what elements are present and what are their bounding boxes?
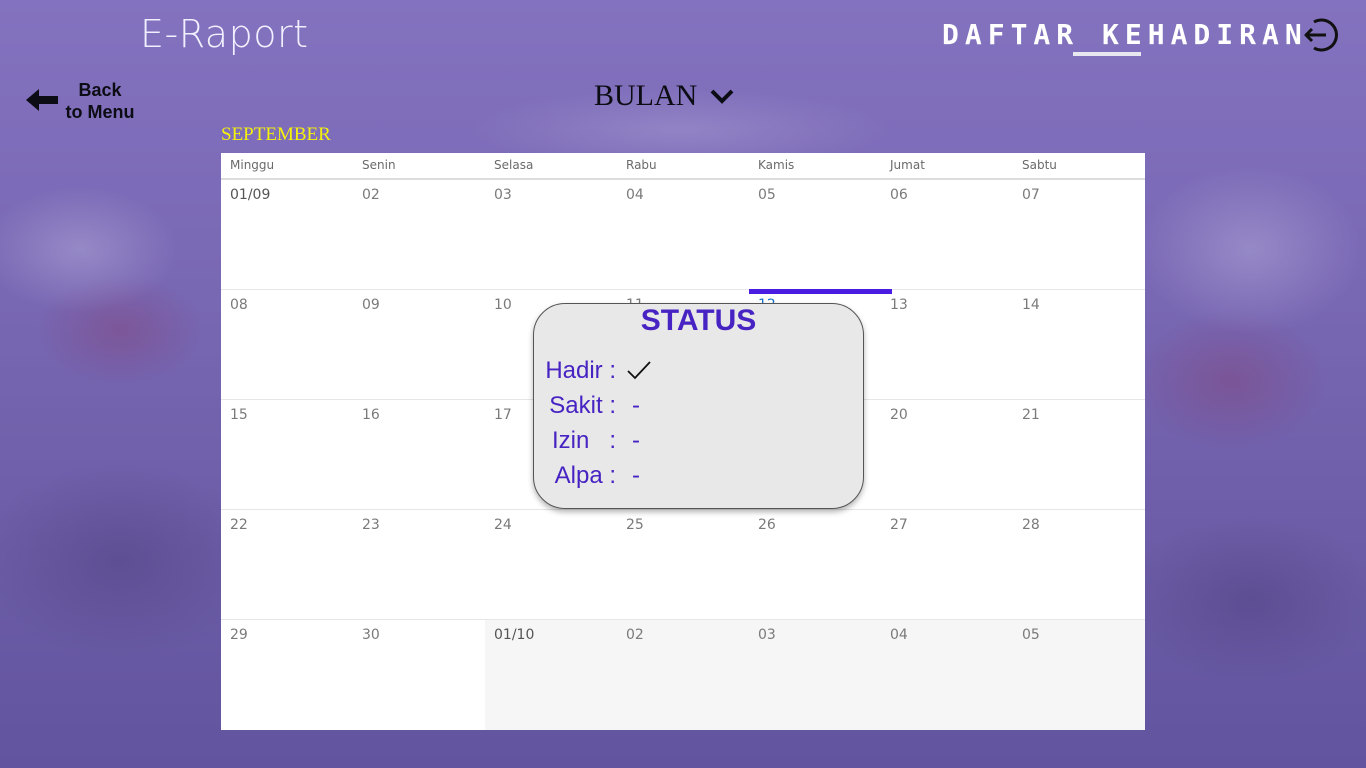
hadir-label: Hadir :: [545, 357, 616, 384]
calendar-day[interactable]: 06: [881, 180, 1013, 290]
calendar-day-next-month[interactable]: 03: [749, 620, 881, 730]
current-month-label: SEPTEMBER: [221, 124, 331, 145]
calendar-day[interactable]: 02: [353, 180, 485, 290]
month-dropdown[interactable]: BULAN: [594, 78, 735, 114]
calendar-day[interactable]: 20: [881, 400, 1013, 510]
calendar-day[interactable]: 01/09: [221, 180, 353, 290]
calendar-day[interactable]: 26: [749, 510, 881, 620]
status-row-alpa: Alpa : -: [534, 462, 734, 497]
month-dropdown-label: BULAN: [594, 79, 698, 112]
status-row-izin: Izin : -: [534, 427, 734, 462]
alpa-value: -: [632, 462, 640, 489]
weekday-label: Kamis: [758, 158, 795, 172]
izin-value: -: [632, 427, 640, 454]
calendar-day[interactable]: 16: [353, 400, 485, 510]
heading-underline: [1073, 52, 1141, 56]
calendar-weekday-header: Minggu Senin Selasa Rabu Kamis Jumat Sab…: [221, 153, 1145, 180]
calendar-day-next-month[interactable]: 05: [1013, 620, 1145, 730]
calendar-day[interactable]: 13: [881, 290, 1013, 400]
back-label-line2: to Menu: [65, 102, 135, 122]
calendar-day[interactable]: 03: [485, 180, 617, 290]
calendar-day[interactable]: 08: [221, 290, 353, 400]
sakit-label: Sakit :: [549, 392, 616, 419]
izin-label: Izin :: [551, 427, 616, 454]
calendar-day[interactable]: 22: [221, 510, 353, 620]
status-popup: STATUS Hadir : Sakit : - Izin : - Alpa :…: [533, 303, 864, 509]
calendar-day[interactable]: 04: [617, 180, 749, 290]
calendar-day[interactable]: 05: [749, 180, 881, 290]
calendar-day[interactable]: 21: [1013, 400, 1145, 510]
weekday-label: Sabtu: [1022, 158, 1057, 172]
checkmark-icon: [627, 361, 651, 380]
calendar-day[interactable]: 07: [1013, 180, 1145, 290]
calendar-day[interactable]: 30: [353, 620, 485, 730]
back-label-line1: Back: [78, 80, 122, 100]
logout-circle-arrow-icon: [1304, 18, 1338, 52]
weekday-label: Minggu: [230, 158, 275, 172]
page-heading: DAFTAR KEHADIRAN: [942, 18, 1308, 51]
calendar-day-next-month[interactable]: 04: [881, 620, 1013, 730]
alpa-label: Alpa :: [554, 462, 616, 489]
calendar-day[interactable]: 28: [1013, 510, 1145, 620]
calendar-day[interactable]: 27: [881, 510, 1013, 620]
weekday-label: Jumat: [890, 158, 925, 172]
logout-button[interactable]: [1300, 16, 1338, 54]
app-title: E-Raport: [140, 12, 309, 56]
sakit-value: -: [632, 392, 640, 419]
calendar-day[interactable]: 14: [1013, 290, 1145, 400]
calendar-day[interactable]: 15: [221, 400, 353, 510]
status-row-sakit: Sakit : -: [534, 392, 734, 427]
back-to-menu-button[interactable]: Back to Menu: [26, 79, 136, 125]
calendar-day[interactable]: 09: [353, 290, 485, 400]
status-title: STATUS: [640, 304, 757, 337]
calendar-day-next-month[interactable]: 01/10: [485, 620, 617, 730]
calendar-day-next-month[interactable]: 02: [617, 620, 749, 730]
status-row-hadir: Hadir :: [534, 357, 734, 392]
calendar-day[interactable]: 24: [485, 510, 617, 620]
calendar-day[interactable]: 29: [221, 620, 353, 730]
selected-day-indicator: [749, 289, 892, 294]
weekday-label: Rabu: [626, 158, 657, 172]
weekday-label: Senin: [362, 158, 396, 172]
calendar-day[interactable]: 25: [617, 510, 749, 620]
chevron-down-icon: [710, 89, 734, 104]
calendar-day[interactable]: 23: [353, 510, 485, 620]
weekday-label: Selasa: [494, 158, 534, 172]
back-label: Back to Menu: [50, 79, 150, 123]
